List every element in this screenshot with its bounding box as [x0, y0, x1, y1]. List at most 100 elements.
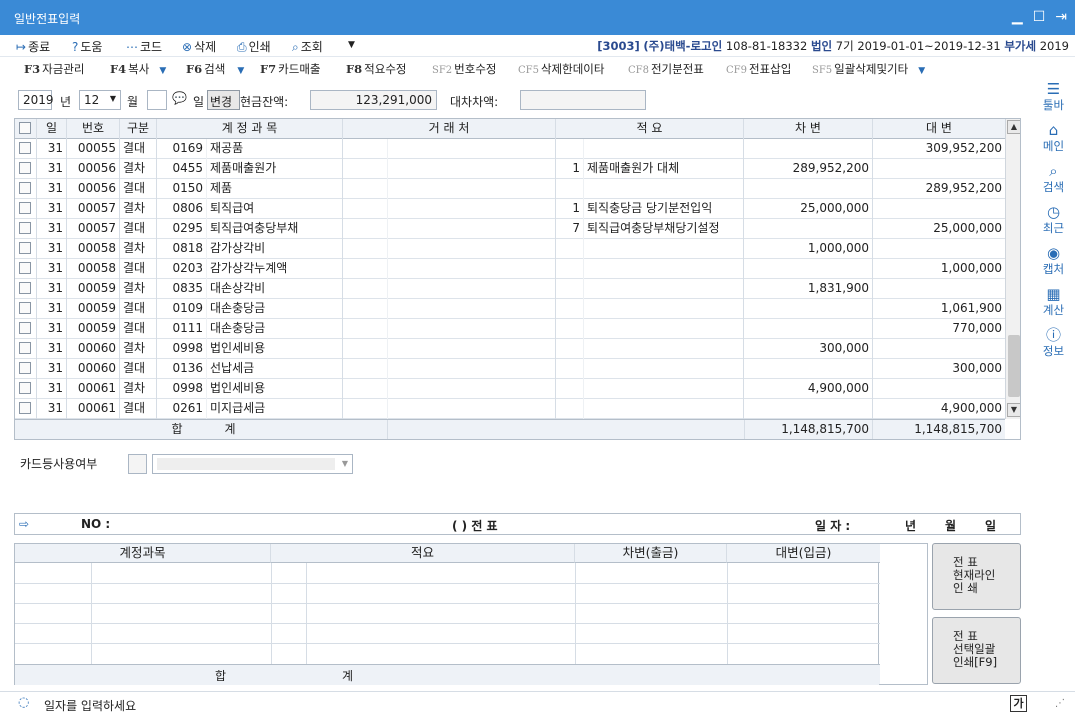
table-row[interactable]: 31 00056 결차 0455 제품매출원가 1 제품매출원가 대체 289,952,200	[15, 159, 1005, 179]
table-row[interactable]: 31 00059 결대 0109 대손충당금 1,061,900	[15, 299, 1005, 319]
table-row[interactable]: 31 00055 결대 0169 재공품 309,952,200	[15, 139, 1005, 159]
cell-credit[interactable]: 300,000	[873, 359, 1005, 379]
cell-account-code[interactable]: 0261	[157, 399, 207, 419]
row-checkbox[interactable]	[19, 322, 31, 334]
cell-account-code[interactable]: 0111	[157, 319, 207, 339]
cell-day[interactable]: 31	[37, 179, 67, 199]
cell-account-code[interactable]: 0295	[157, 219, 207, 239]
toolbar-more-icon[interactable]: ▼	[348, 40, 355, 50]
cell-day[interactable]: 31	[37, 239, 67, 259]
chevron-down-icon[interactable]: ▼	[237, 66, 244, 76]
cell-partner-code[interactable]	[343, 399, 388, 419]
print-selected-batch-button[interactable]: 전 표 선택일괄 인쇄[F9]	[932, 617, 1021, 684]
sidebar-item-capture[interactable]: ◉ 캡처	[1032, 245, 1075, 277]
cell-memo-code[interactable]: 1	[556, 159, 584, 179]
cell-no[interactable]: 00056	[67, 159, 120, 179]
cell-type[interactable]: 결대	[120, 219, 157, 239]
cell-account-code[interactable]: 0998	[157, 379, 207, 399]
cell-memo[interactable]	[584, 239, 744, 259]
cell-partner-code[interactable]	[343, 239, 388, 259]
cell-account-code[interactable]: 0203	[157, 259, 207, 279]
cell-partner-code[interactable]	[343, 339, 388, 359]
cell-partner[interactable]	[388, 399, 556, 419]
cell-type[interactable]: 결차	[120, 339, 157, 359]
cell-account-code[interactable]: 0998	[157, 339, 207, 359]
cell-no[interactable]: 00060	[67, 339, 120, 359]
cell-account-name[interactable]: 법인세비용	[207, 339, 343, 359]
row-select-cell[interactable]	[15, 379, 37, 399]
cell-account-name[interactable]: 재공품	[207, 139, 343, 159]
row-select-cell[interactable]	[15, 139, 37, 159]
cell-memo-code[interactable]	[556, 299, 584, 319]
row-select-cell[interactable]	[15, 259, 37, 279]
print-button[interactable]: ⎙ 인쇄	[237, 38, 271, 55]
exit-button[interactable]: ↦ 종료	[16, 38, 50, 55]
cell-partner-code[interactable]	[343, 179, 388, 199]
cell-memo-code[interactable]: 1	[556, 199, 584, 219]
resize-grip-icon[interactable]: ⋰	[1055, 698, 1065, 709]
row-checkbox[interactable]	[19, 142, 31, 154]
table-row[interactable]: 31 00060 결대 0136 선납세금 300,000	[15, 359, 1005, 379]
cell-partner-code[interactable]	[343, 359, 388, 379]
cell-memo[interactable]: 퇴직급여충당부채당기설정	[584, 219, 744, 239]
cell-debit[interactable]: 1,831,900	[744, 279, 873, 299]
cell-account-name[interactable]: 제품매출원가	[207, 159, 343, 179]
cell-debit[interactable]	[744, 399, 873, 419]
cell-day[interactable]: 31	[37, 299, 67, 319]
cell-type[interactable]: 결차	[120, 279, 157, 299]
scroll-up-icon[interactable]: ▲	[1007, 120, 1020, 134]
cell-no[interactable]: 00055	[67, 139, 120, 159]
row-checkbox[interactable]	[19, 222, 31, 234]
cell-partner-code[interactable]	[343, 139, 388, 159]
cell-account-name[interactable]: 퇴직급여	[207, 199, 343, 219]
cell-credit[interactable]	[873, 339, 1005, 359]
cell-partner[interactable]	[388, 199, 556, 219]
cell-partner[interactable]	[388, 139, 556, 159]
sidebar-item-main[interactable]: ⌂ 메인	[1032, 122, 1075, 154]
card-usage-code[interactable]	[128, 454, 147, 474]
cell-account-code[interactable]: 0150	[157, 179, 207, 199]
cell-debit[interactable]: 289,952,200	[744, 159, 873, 179]
row-select-cell[interactable]	[15, 159, 37, 179]
maximize-icon[interactable]: ☐	[1033, 9, 1046, 25]
cell-type[interactable]: 결대	[120, 139, 157, 159]
cell-memo[interactable]	[584, 299, 744, 319]
cell-memo-code[interactable]: 7	[556, 219, 584, 239]
fkey-f4[interactable]: F4 복사 ▼	[110, 61, 166, 77]
fkey-f8[interactable]: F8 적요수정	[346, 61, 407, 77]
cell-day[interactable]: 31	[37, 399, 67, 419]
cell-no[interactable]: 00061	[67, 379, 120, 399]
cell-day[interactable]: 31	[37, 159, 67, 179]
row-checkbox[interactable]	[19, 362, 31, 374]
row-checkbox[interactable]	[19, 242, 31, 254]
comment-icon[interactable]: 💬	[172, 91, 187, 105]
code-button[interactable]: ⋯ 코드	[126, 38, 162, 55]
cell-no[interactable]: 00059	[67, 299, 120, 319]
cell-debit[interactable]	[744, 319, 873, 339]
cell-account-code[interactable]: 0806	[157, 199, 207, 219]
cell-credit[interactable]: 289,952,200	[873, 179, 1005, 199]
cell-credit[interactable]	[873, 279, 1005, 299]
cell-debit[interactable]	[744, 359, 873, 379]
grid-scrollbar[interactable]: ▲ ▼	[1005, 119, 1020, 419]
cell-partner[interactable]	[388, 359, 556, 379]
cell-day[interactable]: 31	[37, 219, 67, 239]
cell-debit[interactable]	[744, 259, 873, 279]
cell-partner-code[interactable]	[343, 159, 388, 179]
select-all-cell[interactable]	[15, 119, 37, 139]
cell-day[interactable]: 31	[37, 379, 67, 399]
query-button[interactable]: ⌕ 조회	[292, 38, 323, 55]
cell-credit[interactable]	[873, 379, 1005, 399]
cell-type[interactable]: 결차	[120, 159, 157, 179]
cell-credit[interactable]	[873, 199, 1005, 219]
cell-debit[interactable]	[744, 139, 873, 159]
cell-partner-code[interactable]	[343, 279, 388, 299]
cell-memo-code[interactable]	[556, 359, 584, 379]
row-checkbox[interactable]	[19, 182, 31, 194]
cell-type[interactable]: 결대	[120, 359, 157, 379]
sidebar-item-search[interactable]: ⌕ 검색	[1032, 163, 1075, 195]
row-select-cell[interactable]	[15, 179, 37, 199]
cell-memo[interactable]	[584, 399, 744, 419]
cell-credit[interactable]	[873, 159, 1005, 179]
table-row[interactable]: 31 00059 결대 0111 대손충당금 770,000	[15, 319, 1005, 339]
